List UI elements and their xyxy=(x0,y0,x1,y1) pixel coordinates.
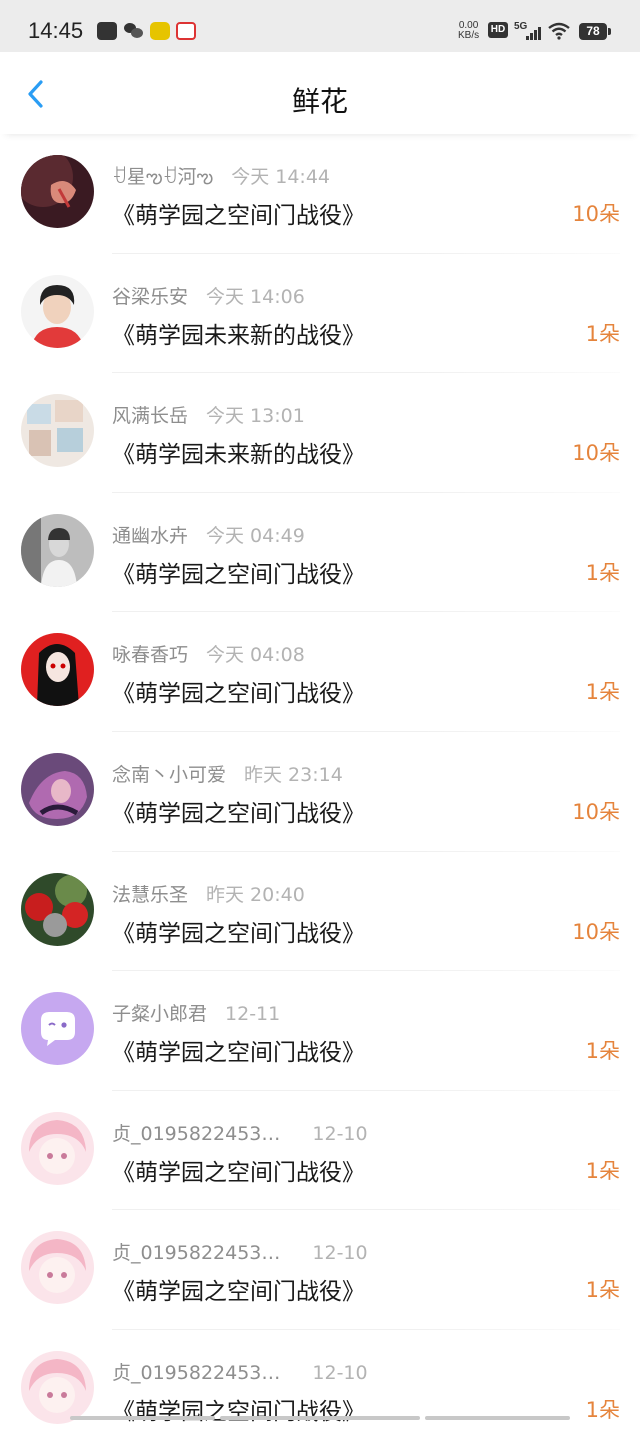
list-item[interactable]: 子粲小郎君 12-11 《萌学园之空间门战役》 1朵 xyxy=(0,971,640,1091)
book-title[interactable]: 《萌学园之空间门战役》 xyxy=(112,1033,365,1067)
timestamp: 昨天 20:40 xyxy=(206,883,305,906)
username[interactable]: 贞_0195822453… xyxy=(112,1242,280,1264)
list-item[interactable]: 贞_0195822453… 12-10 《萌学园之空间门战役》 1朵 xyxy=(0,1210,640,1330)
flower-count: 1朵 xyxy=(585,1397,620,1422)
list-item[interactable]: 贞_0195822453… 12-10 《萌学园之空间门战役》 1朵 xyxy=(0,1091,640,1211)
flower-count: 1朵 xyxy=(585,1158,620,1183)
status-bar: 14:45 0.00 KB/s HD 5G 78 xyxy=(0,0,640,52)
avatar[interactable] xyxy=(21,992,94,1066)
username[interactable]: ꀀ星ఌ︎ꀀ河ఌ︎ xyxy=(112,166,213,188)
item-meta: ꀀ星ఌ︎ꀀ河ఌ︎ 今天 14:44 xyxy=(112,162,330,188)
timestamp: 今天 14:44 xyxy=(231,166,331,188)
timestamp: 昨天 23:14 xyxy=(244,763,343,786)
item-meta: 法慧乐圣 昨天 20:40 xyxy=(112,880,305,906)
item-meta: 贞_0195822453… 12-10 xyxy=(112,1358,368,1384)
item-meta: 念南丶小可爱 昨天 23:14 xyxy=(112,760,343,786)
wechat-icon xyxy=(124,22,144,40)
net-speed-unit: KB/s xyxy=(458,30,480,41)
item-meta: 贞_0195822453… 12-10 xyxy=(112,1119,368,1145)
status-time: 14:45 xyxy=(28,18,84,43)
avatar[interactable] xyxy=(21,1231,94,1305)
timestamp: 12-10 xyxy=(312,1122,368,1145)
nav-bar: 鲜花 xyxy=(0,52,640,134)
flower-count: 1朵 xyxy=(585,680,620,705)
flower-count: 10朵 xyxy=(572,919,620,944)
flower-count: 1朵 xyxy=(585,1278,620,1303)
avatar[interactable] xyxy=(21,155,94,228)
username[interactable]: 贞_0195822453… xyxy=(112,1362,280,1384)
item-meta: 通幽水卉 今天 04:49 xyxy=(112,521,305,547)
book-title[interactable]: 《萌学园之空间门战役》 xyxy=(112,674,365,708)
page-title: 鲜花 xyxy=(291,85,348,118)
flower-count: 10朵 xyxy=(572,202,620,226)
item-meta: 风满长岳 今天 13:01 xyxy=(112,401,305,427)
book-title[interactable]: 《萌学园之空间门战役》 xyxy=(112,1153,365,1187)
book-title[interactable]: 《萌学园之空间门战役》 xyxy=(112,555,365,589)
hd-badge: HD xyxy=(488,22,508,38)
book-title[interactable]: 《萌学园之空间门战役》 xyxy=(112,1272,365,1306)
book-title[interactable]: 《萌学园之空间门战役》 xyxy=(112,196,365,230)
book-title[interactable]: 《萌学园未来新的战役》 xyxy=(112,316,365,350)
username[interactable]: 谷梁乐安 xyxy=(112,286,188,308)
item-meta: 谷梁乐安 今天 14:06 xyxy=(112,282,305,308)
item-meta: 子粲小郎君 12-11 xyxy=(112,999,280,1025)
avatar[interactable] xyxy=(21,872,94,946)
list-item[interactable]: ꀀ星ఌ︎ꀀ河ఌ︎ 今天 14:44 《萌学园之空间门战役》 10朵 xyxy=(0,134,640,254)
username[interactable]: 贞_0195822453… xyxy=(112,1123,280,1145)
wifi-icon xyxy=(548,22,570,40)
timestamp: 今天 04:08 xyxy=(206,644,305,667)
book-title[interactable]: 《萌学园之空间门战役》 xyxy=(112,1392,365,1426)
username[interactable]: 子粲小郎君 xyxy=(112,1003,207,1025)
list-item[interactable]: 谷梁乐安 今天 14:06 《萌学园未来新的战役》 1朵 xyxy=(0,254,640,374)
book-title[interactable]: 《萌学园之空间门战役》 xyxy=(112,914,365,948)
avatar[interactable] xyxy=(21,274,94,348)
app-notification-icon xyxy=(150,22,170,40)
avatar[interactable] xyxy=(21,513,94,587)
list-item[interactable]: 风满长岳 今天 13:01 《萌学园未来新的战役》 10朵 xyxy=(0,373,640,493)
flower-count: 1朵 xyxy=(585,321,620,346)
avatar[interactable] xyxy=(21,1350,94,1424)
avatar[interactable] xyxy=(21,752,94,826)
flower-count: 1朵 xyxy=(585,1039,620,1064)
flower-list: ꀀ星ఌ︎ꀀ河ఌ︎ 今天 14:44 《萌学园之空间门战役》 10朵 谷梁乐安 今天 … xyxy=(0,134,640,1450)
list-item[interactable]: 法慧乐圣 昨天 20:40 《萌学园之空间门战役》 10朵 xyxy=(0,852,640,972)
book-title[interactable]: 《萌学园之空间门战役》 xyxy=(112,794,365,828)
list-item[interactable]: 通幽水卉 今天 04:49 《萌学园之空间门战役》 1朵 xyxy=(0,493,640,613)
timestamp: 今天 04:49 xyxy=(206,524,305,547)
avatar[interactable] xyxy=(21,633,94,707)
avatar[interactable] xyxy=(21,1111,94,1185)
username[interactable]: 风满长岳 xyxy=(112,405,188,427)
flower-count: 10朵 xyxy=(572,441,620,466)
home-indicator xyxy=(70,1416,570,1420)
username[interactable]: 咏春香巧 xyxy=(112,644,188,666)
list-item[interactable]: 念南丶小可爱 昨天 23:14 《萌学园之空间门战役》 10朵 xyxy=(0,732,640,852)
timestamp: 12-11 xyxy=(225,1003,281,1026)
avatar[interactable] xyxy=(21,394,94,468)
timestamp: 今天 13:01 xyxy=(206,405,305,428)
battery-icon: 78 xyxy=(579,23,611,40)
username[interactable]: 念南丶小可爱 xyxy=(112,764,226,786)
list-item[interactable]: 咏春香巧 今天 04:08 《萌学园之空间门战役》 1朵 xyxy=(0,612,640,732)
item-meta: 贞_0195822453… 12-10 xyxy=(112,1238,368,1264)
flower-count: 1朵 xyxy=(585,560,620,585)
mail-icon xyxy=(97,22,117,40)
item-meta: 咏春香巧 今天 04:08 xyxy=(112,640,305,666)
timestamp: 12-10 xyxy=(312,1242,368,1265)
timestamp: 12-10 xyxy=(312,1361,368,1384)
username[interactable]: 通幽水卉 xyxy=(112,525,188,547)
signal-icon xyxy=(526,26,544,40)
username[interactable]: 法慧乐圣 xyxy=(112,884,188,906)
timestamp: 今天 14:06 xyxy=(206,285,305,308)
book-title[interactable]: 《萌学园未来新的战役》 xyxy=(112,435,365,469)
flower-count: 10朵 xyxy=(572,799,620,824)
app-notification-icon xyxy=(176,22,196,40)
list-item[interactable]: 贞_0195822453… 12-10 《萌学园之空间门战役》 1朵 xyxy=(0,1330,640,1450)
net-speed: 0.00 KB/s xyxy=(458,21,479,41)
